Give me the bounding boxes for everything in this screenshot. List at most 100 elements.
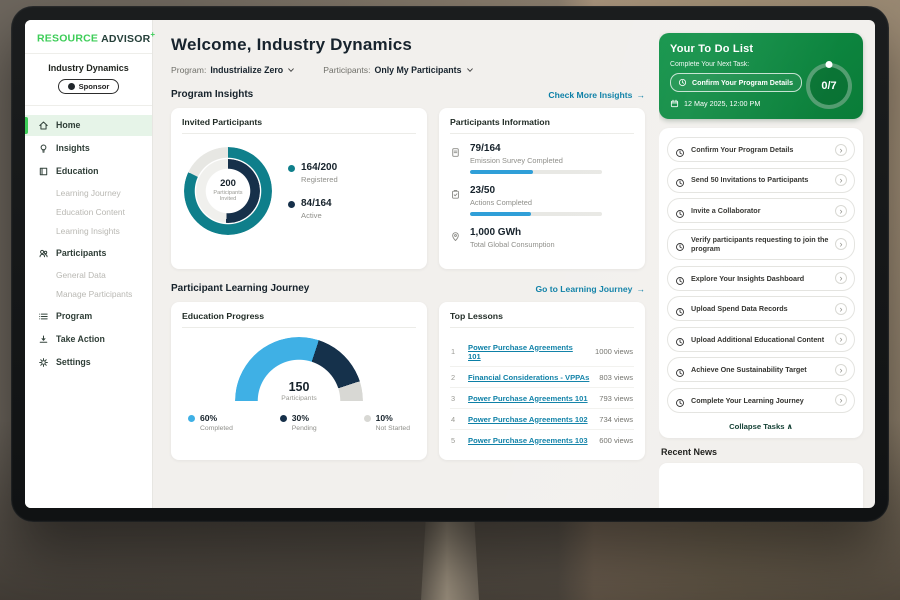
sidebar-item-insights[interactable]: Insights: [25, 138, 152, 159]
checklist-icon: [450, 187, 461, 198]
lesson-row[interactable]: 4 Power Purchase Agreements 102 734 view…: [450, 409, 634, 430]
sidebar-item-education-content[interactable]: Education Content: [25, 203, 152, 222]
lesson-link[interactable]: Power Purchase Agreements 102: [468, 415, 591, 424]
completed-label: Completed: [200, 425, 233, 432]
task-item[interactable]: Invite a Collaborator ›: [667, 198, 855, 223]
lightbulb-icon: [38, 143, 49, 154]
sidebar-item-participants[interactable]: Participants: [25, 243, 152, 264]
org-name: Industry Dynamics: [31, 63, 146, 73]
next-task-chip[interactable]: Confirm Your Program Details: [670, 73, 802, 92]
invited-donut-center: 200 Participants Invited: [207, 170, 249, 212]
survey-document-icon: [450, 145, 461, 156]
dashboard-screen: RESOURCEADVISOR+ Industry Dynamics Spons…: [25, 20, 875, 508]
todo-summary-card: Your To Do List Complete Your Next Task:…: [659, 33, 863, 119]
task-clock-icon: [675, 365, 685, 375]
chevron-right-icon: ›: [835, 174, 847, 186]
lesson-row[interactable]: 2 Financial Considerations - VPPAs 803 v…: [450, 367, 634, 388]
participants-filter[interactable]: Participants: Only My Participants: [323, 65, 473, 75]
task-item[interactable]: Confirm Your Program Details ›: [667, 137, 855, 162]
sidebar-item-program[interactable]: Program: [25, 306, 152, 327]
lesson-link[interactable]: Financial Considerations - VPPAs: [468, 373, 591, 382]
sidebar-item-learning-insights[interactable]: Learning Insights: [25, 222, 152, 241]
task-item[interactable]: Complete Your Learning Journey ›: [667, 388, 855, 413]
actions-completed-label: Actions Completed: [470, 198, 602, 207]
task-label: Send 50 Invitations to Participants: [691, 175, 829, 184]
invited-center-value: 200: [220, 179, 236, 190]
chevron-right-icon: ›: [835, 364, 847, 376]
education-center-label: Participants: [235, 395, 363, 401]
recent-news-card: [659, 463, 863, 508]
due-date-label: 12 May 2025, 12:00 PM: [684, 99, 760, 108]
active-value: 84/164: [301, 198, 332, 209]
education-progress-card: Education Progress 150 Participants 60%: [171, 302, 427, 460]
lesson-views: 793 views: [599, 394, 633, 403]
clock-icon: [678, 78, 687, 87]
home-icon: [38, 120, 49, 131]
program-filter-value: Industrialize Zero: [210, 65, 283, 75]
lesson-views: 600 views: [599, 436, 633, 445]
sidebar-item-take-action[interactable]: Take Action: [25, 329, 152, 350]
collapse-tasks-button[interactable]: Collapse Tasks ∧: [667, 422, 855, 431]
sponsor-icon: [68, 83, 75, 90]
sidebar-item-manage-participants[interactable]: Manage Participants: [25, 285, 152, 304]
check-more-insights-link[interactable]: Check More Insights →: [548, 90, 645, 100]
program-filter[interactable]: Program: Industrialize Zero: [171, 65, 295, 75]
legend-item-registered: 164/200 Registered: [288, 162, 338, 184]
sidebar-item-education[interactable]: Education: [25, 161, 152, 182]
org-block: Industry Dynamics Sponsor: [25, 54, 152, 106]
sidebar-item-general-data[interactable]: General Data: [25, 266, 152, 285]
lesson-link[interactable]: Power Purchase Agreements 103: [468, 436, 591, 445]
progress-fill: [470, 212, 531, 216]
sidebar-item-label: Program: [56, 311, 92, 321]
arrow-right-icon: →: [636, 284, 645, 294]
legend-item-active: 84/164 Active: [288, 198, 338, 220]
sidebar-item-label: Education: [56, 166, 99, 176]
participants-information-card: Participants Information 79/164 Emission…: [439, 108, 645, 269]
top-lessons-title: Top Lessons: [450, 311, 634, 328]
section-title-learning-journey: Participant Learning Journey: [171, 283, 309, 294]
go-to-learning-journey-link[interactable]: Go to Learning Journey →: [535, 284, 645, 294]
main-content: Welcome, Industry Dynamics Program: Indu…: [153, 20, 659, 508]
completed-value: 60%: [200, 413, 233, 423]
task-label: Achieve One Sustainability Target: [691, 365, 829, 374]
location-pin-icon: [450, 229, 461, 240]
legend-dot: [288, 201, 295, 208]
chevron-right-icon: ›: [835, 272, 847, 284]
invited-participants-card: Invited Participants 200 Participants In…: [171, 108, 427, 269]
monitor-stand: [421, 520, 479, 600]
logo-part-advisor: ADVISOR: [101, 33, 150, 45]
lesson-views: 1000 views: [595, 347, 633, 356]
task-label: Upload Spend Data Records: [691, 304, 829, 313]
lesson-row[interactable]: 5 Power Purchase Agreements 103 600 view…: [450, 430, 634, 450]
next-task-label: Confirm Your Program Details: [692, 79, 793, 87]
todo-column: Your To Do List Complete Your Next Task:…: [659, 20, 875, 508]
invited-donut-chart: 200 Participants Invited: [184, 147, 272, 235]
sidebar-item-home[interactable]: Home: [25, 115, 152, 136]
task-item[interactable]: Achieve One Sustainability Target ›: [667, 357, 855, 382]
task-item[interactable]: Explore Your Insights Dashboard ›: [667, 266, 855, 291]
lesson-link[interactable]: Power Purchase Agreements 101: [468, 394, 591, 403]
lesson-rank: 4: [451, 415, 460, 424]
task-item[interactable]: Send 50 Invitations to Participants ›: [667, 168, 855, 193]
task-item[interactable]: Upload Additional Educational Content ›: [667, 327, 855, 352]
lesson-link[interactable]: Power Purchase Agreements 101: [468, 343, 587, 361]
sidebar-item-settings[interactable]: Settings: [25, 352, 152, 373]
task-item[interactable]: Upload Spend Data Records ›: [667, 296, 855, 321]
sidebar-item-label: Insights: [56, 143, 90, 153]
task-item[interactable]: Verify participants requesting to join t…: [667, 229, 855, 261]
app-logo: RESOURCEADVISOR+: [25, 20, 152, 54]
task-clock-icon: [675, 175, 685, 185]
legend-dot: [288, 165, 295, 172]
chevron-right-icon: ›: [835, 205, 847, 217]
task-clock-icon: [675, 304, 685, 314]
chevron-right-icon: ›: [835, 144, 847, 156]
lesson-row[interactable]: 3 Power Purchase Agreements 101 793 view…: [450, 388, 634, 409]
info-card-title: Participants Information: [450, 117, 634, 134]
consumption-label: Total Global Consumption: [470, 240, 555, 249]
lesson-row[interactable]: 1 Power Purchase Agreements 101 1000 vie…: [450, 337, 634, 367]
participants-filter-value: Only My Participants: [374, 65, 461, 75]
emission-survey-row: 79/164 Emission Survey Completed: [450, 143, 634, 174]
task-clock-icon: [675, 273, 685, 283]
go-to-learning-journey-label: Go to Learning Journey: [535, 284, 632, 294]
sidebar-item-learning-journey[interactable]: Learning Journey: [25, 184, 152, 203]
